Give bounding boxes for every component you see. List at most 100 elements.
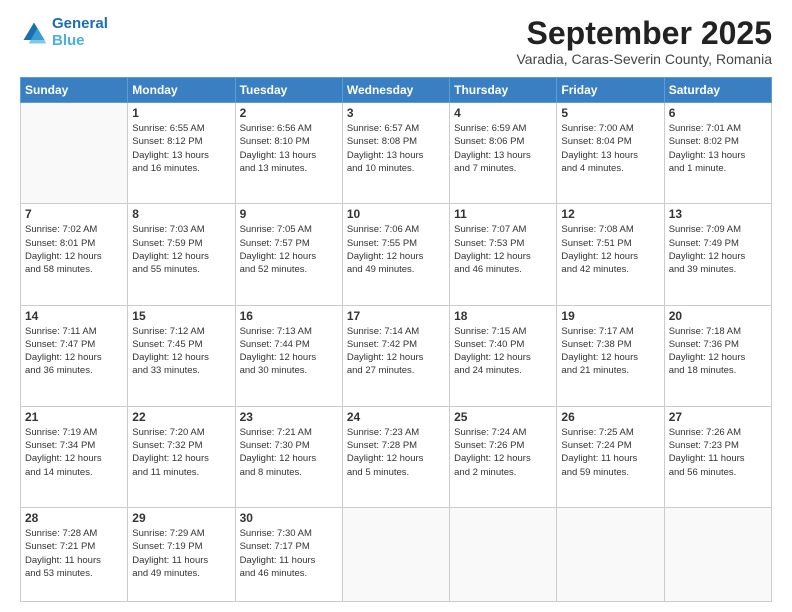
calendar-cell: [664, 507, 771, 601]
column-header-sunday: Sunday: [21, 78, 128, 103]
day-info: Sunrise: 7:17 AMSunset: 7:38 PMDaylight:…: [561, 325, 659, 378]
calendar-cell: [450, 507, 557, 601]
calendar-cell: 17Sunrise: 7:14 AMSunset: 7:42 PMDayligh…: [342, 305, 449, 406]
day-info: Sunrise: 7:20 AMSunset: 7:32 PMDaylight:…: [132, 426, 230, 479]
calendar-header-row: SundayMondayTuesdayWednesdayThursdayFrid…: [21, 78, 772, 103]
calendar-table: SundayMondayTuesdayWednesdayThursdayFrid…: [20, 77, 772, 602]
column-header-tuesday: Tuesday: [235, 78, 342, 103]
calendar-cell: 28 Sunrise: 7:28 AMSunset: 7:21 PMDayligh…: [21, 507, 128, 601]
page: General Blue September 2025 Varadia, Car…: [0, 0, 792, 612]
day-info: Sunrise: 7:12 AMSunset: 7:45 PMDaylight:…: [132, 325, 230, 378]
calendar-cell: 13Sunrise: 7:09 AMSunset: 7:49 PMDayligh…: [664, 204, 771, 305]
day-number: 11: [454, 207, 552, 221]
day-number: 14: [25, 309, 123, 323]
day-info: Sunrise: 7:21 AMSunset: 7:30 PMDaylight:…: [240, 426, 338, 479]
calendar-cell: 21Sunrise: 7:19 AMSunset: 7:34 PMDayligh…: [21, 406, 128, 507]
column-header-friday: Friday: [557, 78, 664, 103]
day-info: Sunrise: 7:08 AMSunset: 7:51 PMDaylight:…: [561, 223, 659, 276]
calendar-cell: 26Sunrise: 7:25 AMSunset: 7:24 PMDayligh…: [557, 406, 664, 507]
day-number: 9: [240, 207, 338, 221]
calendar-cell: 29Sunrise: 7:29 AMSunset: 7:19 PMDayligh…: [128, 507, 235, 601]
logo-blue: Blue: [52, 32, 85, 49]
day-info: Sunrise: 7:19 AMSunset: 7:34 PMDaylight:…: [25, 426, 123, 479]
day-number: 6: [669, 106, 767, 120]
header: General Blue September 2025 Varadia, Car…: [20, 16, 772, 67]
day-info: Sunrise: 7:26 AMSunset: 7:23 PMDaylight:…: [669, 426, 767, 479]
day-info: Sunrise: 7:30 AMSunset: 7:17 PMDaylight:…: [240, 527, 338, 580]
main-title: September 2025: [517, 16, 773, 51]
calendar-week-1: 1 Sunrise: 6:55 AMSunset: 8:12 PMDaylight…: [21, 103, 772, 204]
column-header-wednesday: Wednesday: [342, 78, 449, 103]
day-number: 17: [347, 309, 445, 323]
calendar-cell: 19Sunrise: 7:17 AMSunset: 7:38 PMDayligh…: [557, 305, 664, 406]
logo: General Blue: [20, 16, 108, 49]
day-number: 20: [669, 309, 767, 323]
calendar-cell: 7 Sunrise: 7:02 AMSunset: 8:01 PMDaylight…: [21, 204, 128, 305]
calendar-week-4: 21Sunrise: 7:19 AMSunset: 7:34 PMDayligh…: [21, 406, 772, 507]
day-number: 26: [561, 410, 659, 424]
day-number: 7: [25, 207, 123, 221]
day-number: 15: [132, 309, 230, 323]
day-number: 4: [454, 106, 552, 120]
calendar-cell: 27 Sunrise: 7:26 AMSunset: 7:23 PMDayligh…: [664, 406, 771, 507]
calendar-cell: 8 Sunrise: 7:03 AMSunset: 7:59 PMDaylight…: [128, 204, 235, 305]
calendar-week-5: 28 Sunrise: 7:28 AMSunset: 7:21 PMDayligh…: [21, 507, 772, 601]
day-info: Sunrise: 7:18 AMSunset: 7:36 PMDaylight:…: [669, 325, 767, 378]
day-number: 18: [454, 309, 552, 323]
calendar-cell: 22 Sunrise: 7:20 AMSunset: 7:32 PMDayligh…: [128, 406, 235, 507]
day-number: 27: [669, 410, 767, 424]
calendar-cell: [342, 507, 449, 601]
calendar-cell: 2 Sunrise: 6:56 AMSunset: 8:10 PMDaylight…: [235, 103, 342, 204]
column-header-thursday: Thursday: [450, 78, 557, 103]
day-number: 2: [240, 106, 338, 120]
day-number: 16: [240, 309, 338, 323]
calendar-cell: 4 Sunrise: 6:59 AMSunset: 8:06 PMDaylight…: [450, 103, 557, 204]
day-number: 13: [669, 207, 767, 221]
day-info: Sunrise: 7:23 AMSunset: 7:28 PMDaylight:…: [347, 426, 445, 479]
day-number: 25: [454, 410, 552, 424]
day-info: Sunrise: 7:15 AMSunset: 7:40 PMDaylight:…: [454, 325, 552, 378]
day-info: Sunrise: 6:57 AMSunset: 8:08 PMDaylight:…: [347, 122, 445, 175]
day-number: 23: [240, 410, 338, 424]
calendar-week-2: 7 Sunrise: 7:02 AMSunset: 8:01 PMDaylight…: [21, 204, 772, 305]
calendar-week-3: 14 Sunrise: 7:11 AMSunset: 7:47 PMDayligh…: [21, 305, 772, 406]
logo-general: General: [52, 15, 108, 32]
logo-icon: [20, 19, 48, 47]
calendar-cell: [21, 103, 128, 204]
day-info: Sunrise: 7:03 AMSunset: 7:59 PMDaylight:…: [132, 223, 230, 276]
calendar-cell: 11Sunrise: 7:07 AMSunset: 7:53 PMDayligh…: [450, 204, 557, 305]
day-info: Sunrise: 7:06 AMSunset: 7:55 PMDaylight:…: [347, 223, 445, 276]
day-info: Sunrise: 7:28 AMSunset: 7:21 PMDaylight:…: [25, 527, 123, 580]
calendar-cell: 18 Sunrise: 7:15 AMSunset: 7:40 PMDayligh…: [450, 305, 557, 406]
day-number: 5: [561, 106, 659, 120]
day-number: 3: [347, 106, 445, 120]
calendar-cell: 16Sunrise: 7:13 AMSunset: 7:44 PMDayligh…: [235, 305, 342, 406]
day-number: 8: [132, 207, 230, 221]
calendar-cell: 6 Sunrise: 7:01 AMSunset: 8:02 PMDaylight…: [664, 103, 771, 204]
day-number: 24: [347, 410, 445, 424]
day-number: 12: [561, 207, 659, 221]
calendar-cell: 14 Sunrise: 7:11 AMSunset: 7:47 PMDayligh…: [21, 305, 128, 406]
day-number: 30: [240, 511, 338, 525]
calendar-cell: 5Sunrise: 7:00 AMSunset: 8:04 PMDaylight…: [557, 103, 664, 204]
column-header-saturday: Saturday: [664, 78, 771, 103]
column-header-monday: Monday: [128, 78, 235, 103]
day-number: 22: [132, 410, 230, 424]
day-info: Sunrise: 6:56 AMSunset: 8:10 PMDaylight:…: [240, 122, 338, 175]
day-info: Sunrise: 7:02 AMSunset: 8:01 PMDaylight:…: [25, 223, 123, 276]
day-info: Sunrise: 6:55 AMSunset: 8:12 PMDaylight:…: [132, 122, 230, 175]
calendar-cell: 20 Sunrise: 7:18 AMSunset: 7:36 PMDayligh…: [664, 305, 771, 406]
day-info: Sunrise: 6:59 AMSunset: 8:06 PMDaylight:…: [454, 122, 552, 175]
day-number: 10: [347, 207, 445, 221]
day-info: Sunrise: 7:24 AMSunset: 7:26 PMDaylight:…: [454, 426, 552, 479]
day-info: Sunrise: 7:11 AMSunset: 7:47 PMDaylight:…: [25, 325, 123, 378]
day-info: Sunrise: 7:29 AMSunset: 7:19 PMDaylight:…: [132, 527, 230, 580]
subtitle: Varadia, Caras-Severin County, Romania: [517, 51, 773, 67]
day-info: Sunrise: 7:01 AMSunset: 8:02 PMDaylight:…: [669, 122, 767, 175]
title-block: September 2025 Varadia, Caras-Severin Co…: [517, 16, 773, 67]
calendar-cell: 30 Sunrise: 7:30 AMSunset: 7:17 PMDayligh…: [235, 507, 342, 601]
day-info: Sunrise: 7:05 AMSunset: 7:57 PMDaylight:…: [240, 223, 338, 276]
day-number: 1: [132, 106, 230, 120]
day-number: 28: [25, 511, 123, 525]
calendar-cell: 9 Sunrise: 7:05 AMSunset: 7:57 PMDaylight…: [235, 204, 342, 305]
